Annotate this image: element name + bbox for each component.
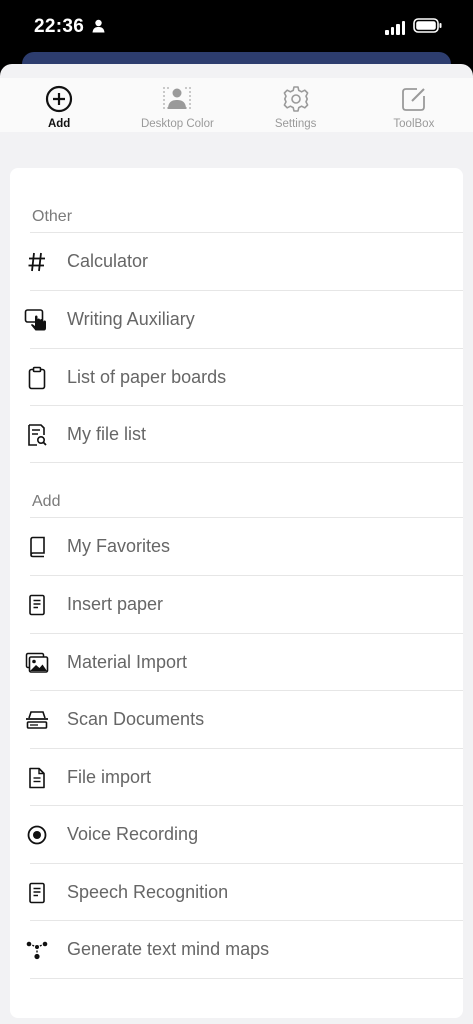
menu-item-voice-recording[interactable]: Voice Recording (10, 806, 463, 863)
menu-item-mind-maps[interactable]: Generate text mind maps (10, 921, 463, 978)
status-indicators (385, 18, 443, 38)
section-title-other: Other (32, 208, 73, 225)
book-icon (24, 534, 50, 560)
status-time: 22:36 (34, 16, 85, 37)
document-icon (24, 592, 50, 618)
menu-item-label: Speech Recognition (67, 882, 229, 902)
hash-icon (24, 249, 50, 275)
menu-item-label: Writing Auxiliary (67, 309, 195, 329)
tab-add[interactable]: Add (0, 78, 118, 132)
file-icon (24, 765, 50, 791)
divider (30, 462, 463, 463)
tab-desktop-color[interactable]: Desktop Color (118, 78, 236, 132)
image-icon (24, 650, 50, 676)
tab-toolbox[interactable]: ToolBox (355, 78, 473, 132)
menu-item-speech-recognition[interactable]: Speech Recognition (10, 864, 463, 921)
file-search-icon (24, 422, 50, 448)
menu-item-label: Material Import (67, 652, 188, 672)
menu-item-insert-paper[interactable]: Insert paper (10, 576, 463, 633)
gear-icon (281, 84, 311, 114)
desktop-color-icon (162, 84, 192, 114)
menu-item-scan-documents[interactable]: Scan Documents (10, 691, 463, 748)
menu-item-material-import[interactable]: Material Import (10, 634, 463, 691)
menu-sheet: Add Desktop Color Settings ToolBox Other… (0, 64, 473, 1024)
tab-settings[interactable]: Settings (237, 78, 355, 132)
menu-item-writing-auxiliary[interactable]: Writing Auxiliary (10, 291, 463, 348)
menu-item-label: Calculator (67, 251, 149, 271)
menu-item-label: File import (67, 767, 152, 787)
mind-map-icon (24, 937, 50, 963)
hand-pointer-icon (24, 307, 50, 333)
menu-item-label: My Favorites (67, 536, 171, 556)
menu-item-file-import[interactable]: File import (10, 749, 463, 806)
battery-icon (413, 18, 443, 38)
clipboard-icon (24, 365, 50, 391)
tab-label: Add (47, 118, 71, 130)
top-tab-bar: Add Desktop Color Settings ToolBox (0, 78, 473, 132)
section-title-add: Add (32, 493, 61, 510)
document-lines-icon (24, 880, 50, 906)
add-circle-icon (44, 84, 74, 114)
menu-item-my-file-list[interactable]: My file list (10, 406, 463, 463)
tab-label: Desktop Color (140, 118, 214, 130)
menu-item-paper-boards[interactable]: List of paper boards (10, 349, 463, 406)
menu-item-my-favorites[interactable]: My Favorites (10, 518, 463, 575)
person-icon (92, 19, 105, 38)
tab-label: ToolBox (393, 118, 435, 130)
menu-item-label: Insert paper (67, 594, 164, 614)
menu-item-label: My file list (67, 424, 147, 444)
menu-item-label: List of paper boards (67, 367, 227, 387)
menu-item-label: Scan Documents (67, 709, 205, 729)
scanner-icon (24, 707, 50, 733)
divider (30, 978, 463, 979)
tab-label: Settings (274, 118, 317, 130)
edit-square-icon (399, 84, 429, 114)
record-icon (24, 822, 50, 848)
cellular-signal-icon (385, 21, 405, 35)
menu-item-calculator[interactable]: Calculator (10, 233, 463, 290)
menu-item-label: Generate text mind maps (67, 939, 270, 959)
menu-item-label: Voice Recording (67, 824, 199, 844)
status-bar: 22:36 (0, 0, 473, 56)
menu-card: Other Calculator Writing Auxiliary List … (10, 168, 463, 1018)
